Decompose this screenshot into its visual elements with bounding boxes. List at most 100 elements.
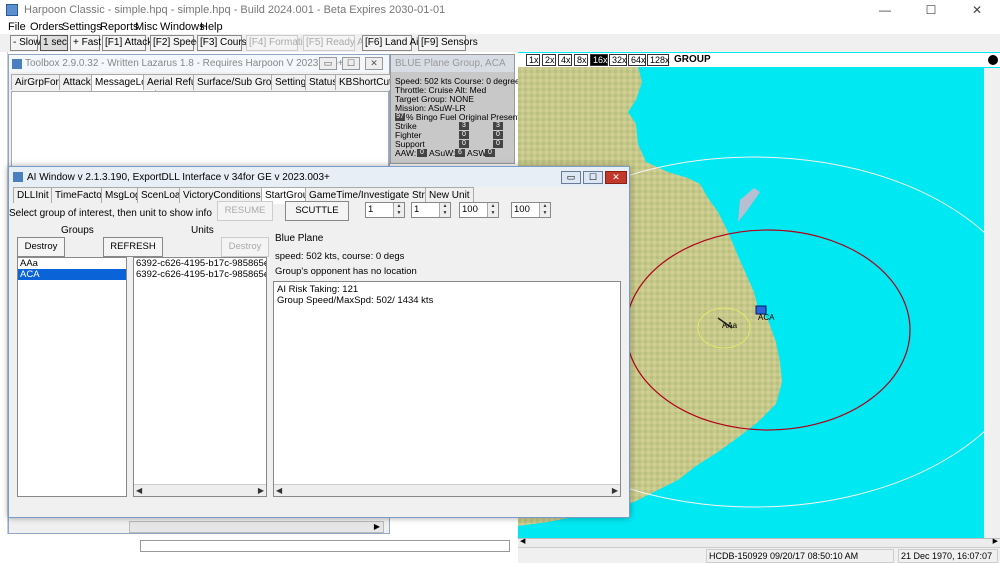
groups-list[interactable]: AAa ACA xyxy=(17,257,127,497)
maximize-button[interactable]: ☐ xyxy=(908,0,954,20)
group-item-aca[interactable]: ACA xyxy=(18,269,126,280)
zoom-16x[interactable]: 16x xyxy=(590,54,608,66)
risk-taking-text: AI Risk Taking: 121 xyxy=(277,284,359,295)
bottom-input-bar[interactable] xyxy=(140,540,510,552)
details-scroll-right-icon[interactable]: ▶ xyxy=(612,485,618,496)
spinner-4-value: 100 xyxy=(514,204,530,215)
toolbox-caption: Toolbox 2.9.0.32 - Written Lazarus 1.8 -… xyxy=(9,55,389,72)
fighter-original: 0 xyxy=(459,131,469,139)
spinner-4[interactable]: 100 ▲ ▼ xyxy=(511,202,551,218)
ai-window-caption: AI Window v 2.1.3.190, ExportDLL Interfa… xyxy=(9,167,629,187)
ai-close-button[interactable]: ✕ xyxy=(605,171,627,184)
speed-button[interactable]: [F2] Speed xyxy=(150,35,202,51)
details-hscroll[interactable]: ◀ ▶ xyxy=(274,484,620,496)
resume-button[interactable]: RESUME xyxy=(217,201,273,221)
destroy-unit-button[interactable]: Destroy xyxy=(221,237,269,257)
slow-button[interactable]: - Slow xyxy=(10,35,41,51)
spinner-3[interactable]: 100 ▲ ▼ xyxy=(459,202,499,218)
ai-maximize-button[interactable]: ☐ xyxy=(583,171,603,184)
map-scroll-left-icon[interactable]: ◀ xyxy=(520,537,525,545)
database-status: HCDB-150929 09/20/17 08:50:10 AM xyxy=(706,549,894,563)
menu-file[interactable]: File xyxy=(8,21,26,33)
units-hscroll[interactable]: ◀ ▶ xyxy=(134,484,266,496)
land-air-button[interactable]: [F6] Land Air xyxy=(362,35,422,51)
island-shape xyxy=(738,188,760,222)
attack-button[interactable]: [F1] Attack xyxy=(102,35,152,51)
toolbox-scroll-right-icon[interactable]: ▶ xyxy=(374,522,380,531)
menu-help[interactable]: Help xyxy=(200,21,223,33)
info-title: Blue Plane xyxy=(275,233,324,244)
destroy-group-button[interactable]: Destroy xyxy=(17,237,65,257)
zoom-bar: 1x 2x 4x 8x 16x 32x 64x 128x GROUP xyxy=(518,53,1000,67)
fast-button[interactable]: + Fast xyxy=(70,35,101,51)
menu-settings[interactable]: Settings xyxy=(62,21,102,33)
ai-minimize-button[interactable]: ▭ xyxy=(561,171,581,184)
scuttle-button[interactable]: SCUTTLE xyxy=(285,201,349,221)
units-list[interactable]: 6392-c626-4195-b17c-985865e6392b 6392-c6… xyxy=(133,257,267,497)
map-indicator-icon[interactable] xyxy=(988,55,998,65)
zoom-8x[interactable]: 8x xyxy=(574,54,588,66)
units-scroll-left-icon[interactable]: ◀ xyxy=(134,486,142,495)
asuw-label: ASuW: xyxy=(429,148,456,158)
map-mode-label: GROUP xyxy=(674,54,711,65)
units-label: Units xyxy=(191,225,214,236)
toolbar: - Slow 1 sec + Fast [F1] Attack [F2] Spe… xyxy=(0,34,1000,52)
toolbox-tabs: AirGrpForm Attack MessageLog Aerial Refu… xyxy=(11,74,401,91)
app-icon xyxy=(6,4,18,16)
one-sec-button[interactable]: 1 sec xyxy=(40,35,68,51)
game-date-status: 21 Dec 1970, 16:07:07 xyxy=(898,549,998,563)
spinner-2-arrows-icon[interactable]: ▲ ▼ xyxy=(439,203,450,217)
status-bar: ◀ ▶ HCDB-150929 09/20/17 08:50:10 AM 21 … xyxy=(518,538,1000,563)
formation-button[interactable]: [F4] Formation xyxy=(246,35,314,51)
spinner-3-value: 100 xyxy=(462,204,478,215)
toolbox-maximize-button[interactable]: ☐ xyxy=(342,57,360,70)
spinner-3-arrows-icon[interactable]: ▲ ▼ xyxy=(487,203,498,217)
sensors-button[interactable]: [F9] Sensors xyxy=(418,35,478,51)
menu-misc[interactable]: Misc xyxy=(135,21,158,33)
details-scroll-left-icon[interactable]: ◀ xyxy=(274,486,282,495)
tab-dllinit[interactable]: DLLInit xyxy=(13,187,53,203)
window-title: Harpoon Classic - simple.hpq - simple.hp… xyxy=(24,4,446,16)
close-button[interactable]: ✕ xyxy=(954,0,1000,20)
unit-item[interactable]: 6392-c626-4195-b17c-985865e6392b xyxy=(134,269,266,280)
spinner-2[interactable]: 1 ▲ ▼ xyxy=(411,202,451,218)
zoom-4x[interactable]: 4x xyxy=(558,54,572,66)
support-original: 0 xyxy=(459,140,469,148)
zoom-64x[interactable]: 64x xyxy=(628,54,646,66)
tab-attack[interactable]: Attack xyxy=(59,74,95,90)
group-item-aaa[interactable]: AAa xyxy=(18,258,126,269)
tab-new-unit[interactable]: New Unit xyxy=(425,187,474,203)
speed-course-text: speed: 502 kts, course: 0 degs xyxy=(275,251,405,262)
aaw-value: 0 xyxy=(417,149,427,157)
menu-windows[interactable]: Windows xyxy=(160,21,205,33)
ready-air-button[interactable]: [F5] Ready Air xyxy=(303,35,369,51)
zoom-2x[interactable]: 2x xyxy=(542,54,556,66)
zoom-32x[interactable]: 32x xyxy=(609,54,627,66)
menu-orders[interactable]: Orders xyxy=(30,21,64,33)
strike-original: 3 xyxy=(459,122,469,130)
map-vertical-scrollbar[interactable] xyxy=(984,68,1000,538)
bottom-left-area xyxy=(0,534,518,563)
zoom-1x[interactable]: 1x xyxy=(526,54,540,66)
refresh-button[interactable]: REFRESH xyxy=(103,237,163,257)
units-scroll-right-icon[interactable]: ▶ xyxy=(258,485,264,496)
details-box[interactable]: AI Risk Taking: 121 Group Speed/MaxSpd: … xyxy=(273,281,621,497)
ai-window: AI Window v 2.1.3.190, ExportDLL Interfa… xyxy=(8,166,630,518)
spinner-1[interactable]: 1 ▲ ▼ xyxy=(365,202,405,218)
map-scroll-right-icon[interactable]: ▶ xyxy=(993,537,998,545)
strike-present: 3 xyxy=(493,122,503,130)
spinner-4-arrows-icon[interactable]: ▲ ▼ xyxy=(539,203,550,217)
zoom-128x[interactable]: 128x xyxy=(647,54,670,66)
toolbox-close-button[interactable]: ✕ xyxy=(365,57,383,70)
toolbox-minimize-button[interactable]: ▭ xyxy=(319,57,337,70)
course-button[interactable]: [F3] Course xyxy=(197,35,252,51)
map-hscroll[interactable]: ◀ ▶ xyxy=(518,537,1000,548)
fighter-present: 0 xyxy=(493,131,503,139)
toolbox-hscroll[interactable]: ▶ xyxy=(129,521,384,533)
menu-reports[interactable]: Reports xyxy=(100,21,139,33)
unit-item[interactable]: 6392-c626-4195-b17c-985865e6392b xyxy=(134,258,266,269)
bingo-label: % Bingo Fuel Original Present xyxy=(406,112,520,122)
asuw-value: 6 xyxy=(455,149,465,157)
minimize-button[interactable]: — xyxy=(862,0,908,20)
spinner-1-arrows-icon[interactable]: ▲ ▼ xyxy=(393,203,404,217)
